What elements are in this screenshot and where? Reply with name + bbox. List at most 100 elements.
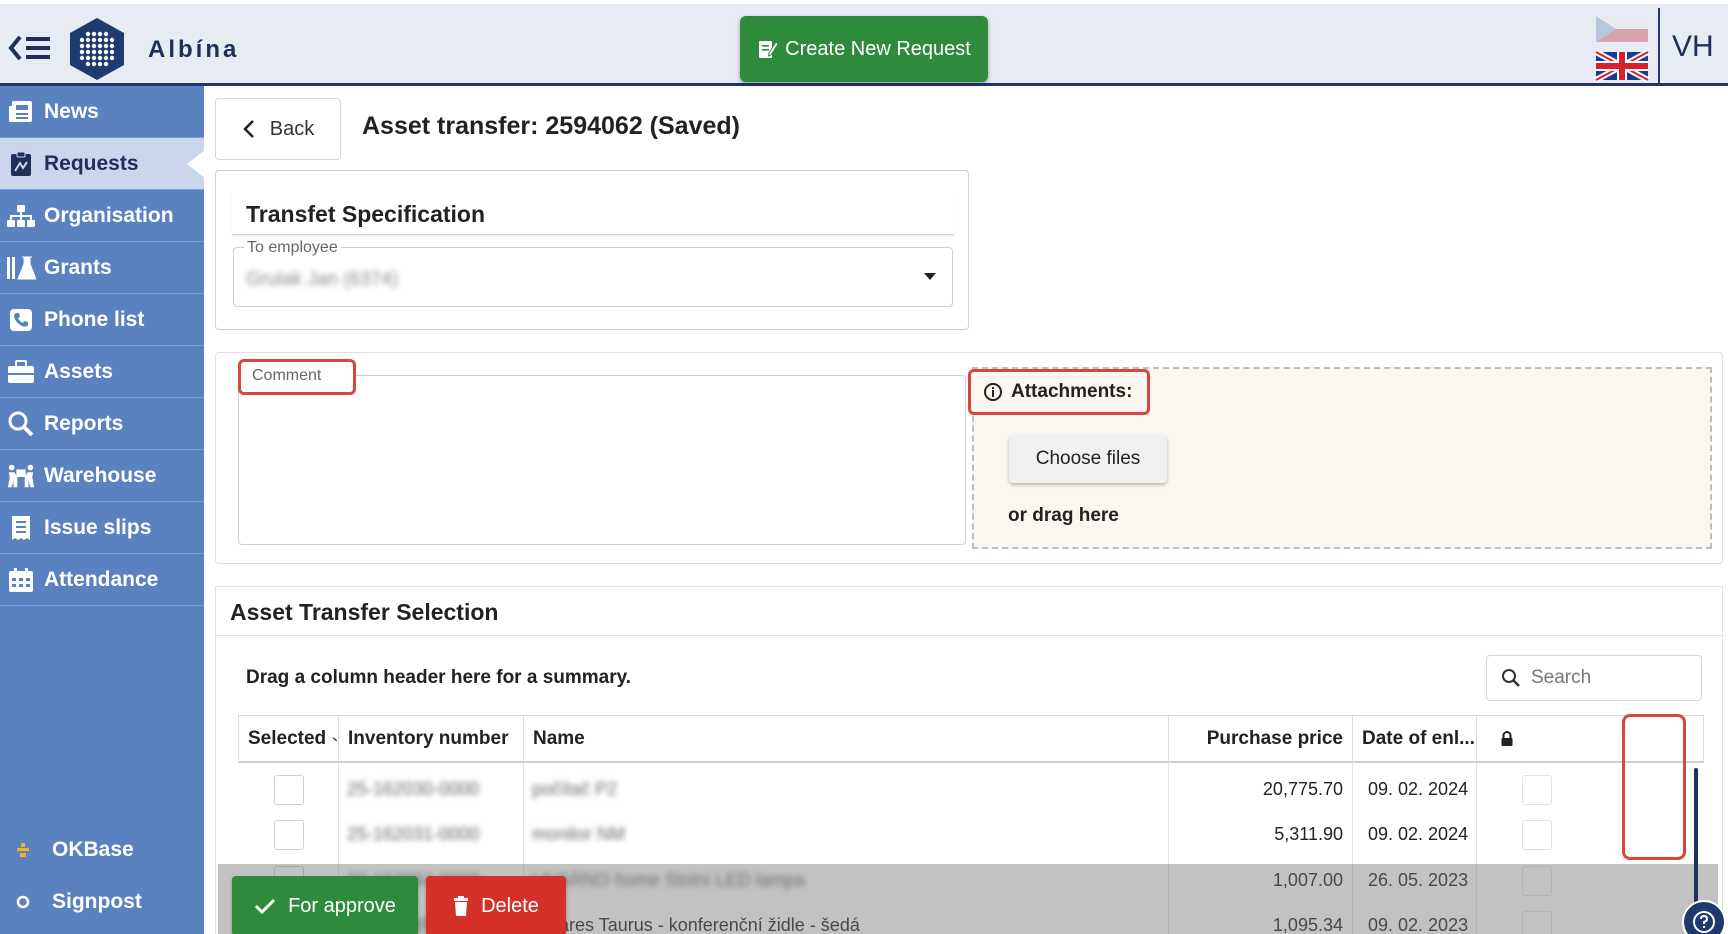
page-title: Asset transfer: 2594062 (Saved) — [362, 112, 740, 140]
chevron-left-icon — [242, 120, 254, 138]
search-input[interactable] — [1531, 667, 1691, 689]
sidebar-item-label: Reports — [44, 411, 124, 435]
sidebar-item-label: OKBase — [52, 838, 134, 861]
sidebar-item-assets[interactable]: Assets — [0, 346, 204, 398]
sidebar-item-news[interactable]: News — [0, 86, 204, 138]
sidebar-item-grants[interactable]: Grants — [0, 242, 204, 294]
caret-down-icon[interactable] — [924, 273, 936, 280]
newspaper-icon — [6, 97, 36, 127]
name-cell: počítač P2 — [532, 779, 618, 799]
inventory-number-cell: 25-162031-0000 — [347, 824, 480, 844]
comment-attachments-card: Comment Attachments: Choose files or dra… — [215, 352, 1723, 564]
purchase-price-cell: 5,311.90 — [1274, 824, 1343, 844]
sidebar-item-label: Warehouse — [44, 463, 157, 487]
column-header-name[interactable]: Name — [524, 716, 1169, 762]
group-panel-hint[interactable]: Drag a column header here for a summary. — [246, 667, 631, 689]
column-header-purchase-price[interactable]: Purchase price — [1169, 716, 1353, 762]
sidebar-item-organisation[interactable]: Organisation — [0, 190, 204, 242]
briefcase-icon — [6, 357, 36, 387]
column-header-date[interactable]: Date of enl... — [1353, 716, 1477, 762]
sidebar-item-label: Issue slips — [44, 515, 152, 539]
sidebar-item-label: Grants — [44, 255, 112, 279]
for-approve-button[interactable]: For approve — [232, 876, 418, 934]
delete-button[interactable]: Delete — [426, 876, 566, 934]
sidebar-item-okbase[interactable]: OKBase — [0, 838, 204, 862]
back-button[interactable]: Back — [215, 98, 341, 160]
date-cell: 09. 02. 2024 — [1368, 779, 1469, 799]
inventory-number-cell: 25-162030-0000 — [347, 779, 480, 799]
lock-icon — [1501, 731, 1513, 746]
name-cell: monitor NM — [532, 824, 626, 844]
trash-icon — [454, 896, 469, 916]
table-row[interactable]: 25-162030-0000 počítač P2 20,775.70 09. … — [238, 767, 1704, 812]
selection-title: Asset Transfer Selection — [230, 599, 499, 625]
language-switcher[interactable] — [1590, 12, 1652, 84]
edit-document-icon — [759, 41, 779, 58]
grid-header: Selected Inventory number Name Purchase … — [238, 715, 1704, 763]
uk-flag-icon — [1594, 49, 1650, 83]
date-cell: 09. 02. 2024 — [1368, 824, 1469, 844]
column-header-lock[interactable] — [1477, 716, 1537, 762]
org-chart-icon — [6, 201, 36, 231]
sidebar-item-label: Organisation — [44, 203, 174, 227]
flask-icon — [6, 253, 36, 283]
sidebar-item-label: Phone list — [44, 307, 145, 331]
top-bar: Albína Create New Request VH — [0, 0, 1728, 86]
okbase-icon — [10, 842, 36, 858]
checkmark-icon — [255, 898, 276, 915]
sidebar-item-label: Assets — [44, 359, 113, 383]
sidebar-item-phone-list[interactable]: Phone list — [0, 294, 204, 346]
sidebar-item-issue-slips[interactable]: Issue slips — [0, 502, 204, 554]
for-approve-label: For approve — [288, 894, 396, 917]
calendar-icon — [6, 565, 36, 595]
row-select-checkbox[interactable] — [274, 819, 304, 850]
question-mark-icon — [1693, 911, 1715, 933]
search-icon — [1502, 669, 1520, 687]
albina-logo[interactable] — [66, 16, 128, 82]
sidebar-item-reports[interactable]: Reports — [0, 398, 204, 450]
choose-files-button[interactable]: Choose files — [1009, 435, 1167, 483]
spec-title: Transfet Specification — [246, 201, 486, 227]
row-lock-checkbox[interactable] — [1522, 774, 1552, 805]
comment-textarea[interactable] — [238, 375, 966, 545]
people-carry-icon — [6, 461, 36, 491]
grid-search[interactable] — [1486, 655, 1702, 701]
to-employee-label: To employee — [244, 239, 341, 257]
transfer-specification-card: Transfet Specification To employee Grula… — [215, 170, 969, 330]
user-avatar[interactable]: VH — [1672, 30, 1714, 64]
drag-here-label: or drag here — [1008, 505, 1119, 526]
czech-flag-icon — [1596, 16, 1648, 42]
sidebar-item-label: Requests — [44, 151, 139, 175]
column-header-inventory-number[interactable]: Inventory number — [339, 716, 524, 762]
signpost-icon — [10, 895, 36, 909]
sidebar-item-label: Signpost — [52, 890, 142, 913]
column-header-selected[interactable]: Selected — [239, 716, 339, 762]
sidebar-item-label: News — [44, 99, 99, 123]
purchase-price-cell: 20,775.70 — [1262, 779, 1343, 799]
receipt-icon — [6, 513, 36, 543]
info-icon — [984, 383, 1002, 401]
menu-collapse-button[interactable] — [8, 28, 56, 68]
to-employee-value: Grulak Jan (6374) — [246, 269, 399, 290]
delete-label: Delete — [481, 894, 539, 917]
table-row[interactable]: 25-162031-0000 monitor NM 5,311.90 09. 0… — [238, 812, 1704, 857]
divider — [216, 635, 1724, 636]
create-new-request-button[interactable]: Create New Request — [740, 16, 988, 82]
topbar-divider — [1658, 8, 1660, 86]
attachments-title: Attachments: — [968, 369, 1150, 415]
menu-collapse-icon — [8, 35, 50, 61]
sidebar-item-requests[interactable]: Requests — [0, 138, 205, 190]
clipboard-icon — [6, 149, 36, 179]
create-new-request-label: Create New Request — [785, 37, 971, 60]
sidebar-item-signpost[interactable]: Signpost — [0, 890, 204, 914]
sidebar: News Requests Organisation Grants Phone … — [0, 86, 205, 934]
row-lock-checkbox[interactable] — [1522, 819, 1552, 850]
app-brand: Albína — [148, 36, 240, 63]
attachments-title-label: Attachments: — [1011, 381, 1133, 402]
sidebar-item-warehouse[interactable]: Warehouse — [0, 450, 204, 502]
phone-icon — [6, 305, 36, 335]
sidebar-item-attendance[interactable]: Attendance — [0, 554, 204, 606]
search-icon — [6, 409, 36, 439]
row-select-checkbox[interactable] — [274, 774, 304, 805]
flags-icon — [1594, 16, 1650, 83]
